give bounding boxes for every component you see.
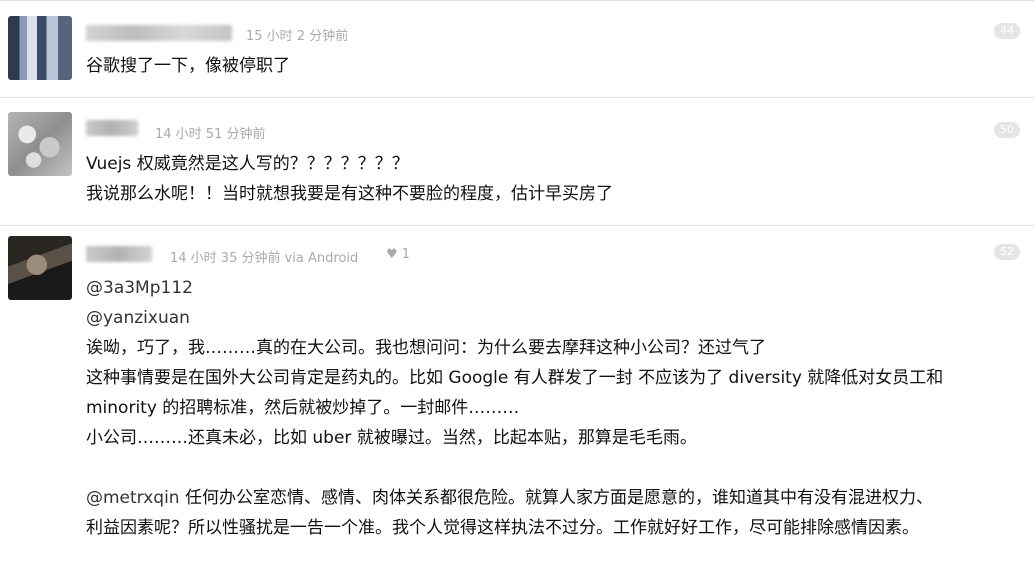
reply-content: @3a3Mp112 @yanzixuan 诶呦，巧了，我………真的在大公司。我也… [86, 273, 1024, 543]
reply-content: 谷歌搜了一下，像被停职了 [86, 51, 1024, 81]
reply-content: Vuejs 权威竟然是这人写的？？？？？？？ 我说那么水呢！！当时就想我要是有这… [86, 149, 1024, 209]
paragraph-break [86, 453, 1024, 483]
content-line: 小公司………还真未必，比如 uber 就被曝过。当然，比起本贴，那算是毛毛雨。 [86, 428, 697, 448]
floor-number: 52 [994, 244, 1020, 260]
content-line: 我说那么水呢！！当时就想我要是有这种不要脸的程度，估计早买房了 [86, 184, 613, 204]
content-line: 利益因素呢？所以性骚扰是一告一个准。我个人觉得这样执法不过分。工作就好好工作，尽… [86, 518, 919, 538]
floor-number: 44 [994, 23, 1020, 39]
username-blurred[interactable] [86, 25, 232, 41]
content-line: 这种事情要是在国外大公司肯定是药丸的。比如 Google 有人群发了一封 不应该… [86, 368, 944, 388]
username-blurred[interactable] [86, 246, 152, 262]
reply-item: 15 小时 2 分钟前 44 谷歌搜了一下，像被停职了 [0, 0, 1034, 98]
content-line: minority 的招聘标准，然后就被炒掉了。一封邮件……… [86, 398, 520, 418]
content-line: 谷歌搜了一下，像被停职了 [86, 56, 290, 76]
reply-item: 14 小时 35 分钟前 via Android ♥ 1 52 @3a3Mp11… [0, 226, 1034, 566]
reply-time: 15 小时 2 分钟前 [246, 29, 349, 44]
content-line: 诶呦，巧了，我………真的在大公司。我也想问问：为什么要去摩拜这种小公司？还过气了 [86, 338, 766, 358]
avatar[interactable] [8, 112, 72, 176]
content-line: Vuejs 权威竟然是这人写的？？？？？？？ [86, 154, 409, 174]
avatar[interactable] [8, 16, 72, 80]
reply-time: 14 小时 35 分钟前 via Android [170, 251, 359, 266]
mention-link[interactable]: @metrxqin [86, 488, 180, 508]
reply-time: 14 小时 51 分钟前 [155, 127, 266, 142]
mention-link[interactable]: @yanzixuan [86, 308, 190, 328]
reply-item: 14 小时 51 分钟前 50 Vuejs 权威竟然是这人写的？？？？？？？ 我… [0, 97, 1034, 226]
thanks-count: ♥ 1 [386, 247, 411, 262]
mention-link[interactable]: @3a3Mp112 [86, 278, 193, 298]
floor-number: 50 [994, 122, 1020, 138]
username-blurred[interactable] [86, 120, 138, 136]
content-text: 任何办公室恋情、感情、肉体关系都很危险。就算人家方面是愿意的，谁知道其中有没有混… [179, 488, 933, 508]
avatar[interactable] [8, 236, 72, 300]
